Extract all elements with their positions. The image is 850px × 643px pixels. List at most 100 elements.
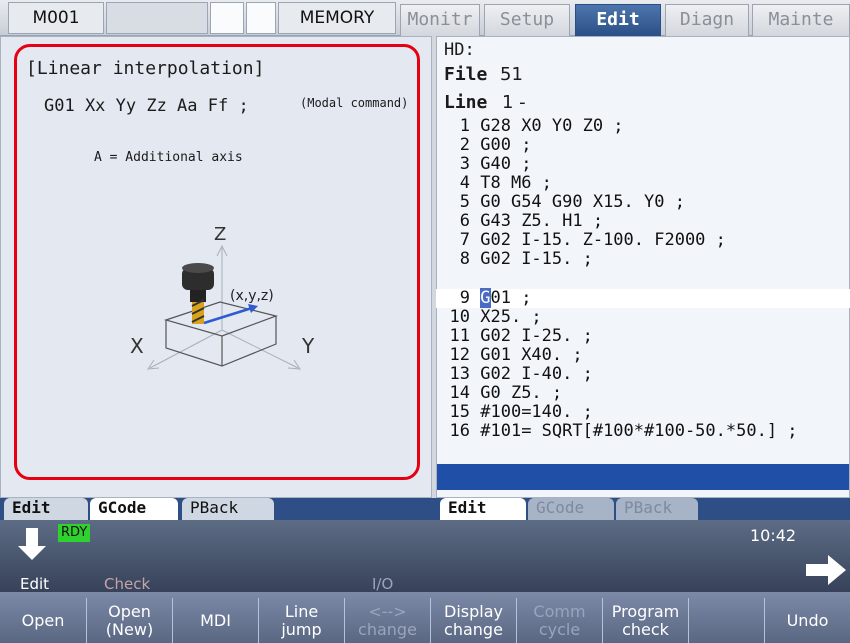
guide-format: G01 Xx Yy Zz Aa Ff ;: [44, 96, 249, 116]
line-code: #101= SQRT[#100*#100-50.*50.] ;: [480, 421, 798, 441]
line-code: 01 ;: [490, 288, 532, 308]
line-number: 1 -: [502, 92, 526, 113]
line-code: T8 M6 ;: [480, 173, 552, 193]
line-code: G0 Z5. ;: [480, 383, 563, 403]
status-cell-blank: [106, 2, 208, 34]
program-line[interactable]: 7 G02 I-15. Z-100. F2000 ;: [436, 231, 850, 250]
program-listing[interactable]: 1 G28 X0 Y0 Z0 ; 2 G00 ; 3 G40 ; 4 T8 M6…: [436, 117, 850, 461]
guide-modal-note: (Modal command): [300, 96, 409, 110]
display-change-label-1: Display: [444, 601, 503, 621]
ready-indicator: RDY: [58, 524, 91, 542]
line-jump-button[interactable]: Line jump: [258, 598, 344, 643]
program-line[interactable]: 6 G43 Z5. H1 ;: [436, 212, 850, 231]
line-number: 5: [459, 192, 470, 212]
tab-monitor[interactable]: Monitr: [400, 4, 480, 36]
back-arrow-icon[interactable]: [12, 524, 52, 564]
next-arrow-icon[interactable]: [804, 552, 848, 588]
file-number: 51: [500, 64, 523, 85]
line-number: 11: [449, 326, 470, 346]
line-number: 2: [459, 135, 470, 155]
line-number: 15: [449, 402, 470, 422]
right-tab-pback[interactable]: PBack: [616, 498, 698, 520]
menu-label-edit: Edit: [20, 575, 50, 593]
blank-function-key[interactable]: [688, 598, 764, 643]
mdi-button[interactable]: MDI: [172, 598, 258, 643]
comm-cycle-label-1: Comm: [533, 601, 586, 621]
tab-setup[interactable]: Setup: [484, 4, 570, 36]
swap-change-label-2: change: [358, 619, 417, 639]
text-cursor: G: [480, 288, 491, 308]
program-line[interactable]: 11 G02 I-25. ;: [436, 327, 850, 346]
line-number: 6: [459, 211, 470, 231]
program-line[interactable]: 4 T8 M6 ;: [436, 174, 850, 193]
left-tab-gcode[interactable]: GCode: [90, 498, 178, 520]
comm-cycle-button[interactable]: Comm cycle: [516, 598, 602, 643]
line-label: Line: [444, 92, 488, 113]
right-tab-gcode[interactable]: GCode: [528, 498, 614, 520]
menu-label-io: I/O: [372, 575, 394, 593]
line-code: G00 ;: [480, 135, 532, 155]
program-line[interactable]: 5 G0 G54 G90 X15. Y0 ;: [436, 193, 850, 212]
display-change-button[interactable]: Display change: [430, 598, 516, 643]
line-code: G40 ;: [480, 154, 532, 174]
guide-title: [Linear interpolation]: [26, 58, 265, 79]
guide-axis-note: A = Additional axis: [94, 150, 243, 165]
program-line[interactable]: 2 G00 ;: [436, 136, 850, 155]
clock: 10:42: [750, 526, 797, 545]
axis-label-y: Y: [302, 334, 315, 358]
undo-label: Undo: [786, 610, 829, 630]
line-code: #100=140. ;: [480, 402, 593, 422]
line-code: X25. ;: [480, 307, 542, 327]
comm-cycle-label-2: cycle: [538, 619, 581, 639]
open-new-label-2: (New): [105, 619, 154, 639]
device-label: HD:: [444, 40, 475, 60]
line-number: 13: [449, 364, 470, 384]
program-line[interactable]: 12 G01 X40. ;: [436, 346, 850, 365]
program-line[interactable]: 13 G02 I-40. ;: [436, 365, 850, 384]
program-line[interactable]: 8 G02 I-15. ;: [436, 250, 850, 269]
display-change-label-2: change: [444, 619, 503, 639]
status-cell-white-2: [246, 2, 276, 34]
swap-change-button[interactable]: <--> change: [344, 598, 430, 643]
line-code: G02 I-25. ;: [480, 326, 593, 346]
menu-label-check: Check: [104, 575, 151, 593]
undo-button[interactable]: Undo: [764, 598, 850, 643]
editor-input-bar[interactable]: [437, 464, 849, 490]
line-number: 14: [449, 383, 470, 403]
line-number: 7: [459, 230, 470, 250]
tab-diagnosis[interactable]: Diagn: [665, 4, 749, 36]
open-new-button[interactable]: Open (New): [86, 598, 172, 643]
line-number: 12: [449, 345, 470, 365]
program-line[interactable]: 15 #100=140. ;: [436, 403, 850, 422]
line-code: G02 I-40. ;: [480, 364, 593, 384]
program-check-label-1: Program: [611, 601, 680, 621]
program-check-button[interactable]: Program check: [602, 598, 688, 643]
open-label: Open: [21, 610, 65, 630]
open-button[interactable]: Open: [0, 598, 86, 643]
program-line[interactable]: 1 G28 X0 Y0 Z0 ;: [436, 117, 850, 136]
line-code: G02 I-15. Z-100. F2000 ;: [480, 230, 726, 250]
program-line[interactable]: 10 X25. ;: [436, 308, 850, 327]
line-code: G28 X0 Y0 Z0 ;: [480, 116, 624, 136]
line-code: G02 I-15. ;: [480, 249, 593, 269]
line-number: 10: [449, 307, 470, 327]
line-code: G43 Z5. H1 ;: [480, 211, 604, 231]
left-tab-pback[interactable]: PBack: [182, 498, 274, 520]
line-number: 3: [459, 154, 470, 174]
line-code: G01 X40. ;: [480, 345, 583, 365]
point-label: (x,y,z): [230, 288, 274, 304]
line-number: 16: [449, 421, 470, 441]
tab-maintenance[interactable]: Mainte: [752, 4, 850, 36]
program-line-current[interactable]: 9 G01 ;: [436, 288, 850, 308]
program-line[interactable]: 3 G40 ;: [436, 155, 850, 174]
right-tab-edit[interactable]: Edit: [440, 498, 526, 520]
left-tab-edit[interactable]: Edit: [4, 498, 88, 520]
swap-change-label-1: <-->: [368, 601, 407, 621]
alarm-code: M001: [8, 2, 104, 34]
program-line[interactable]: 14 G0 Z5. ;: [436, 384, 850, 403]
program-line[interactable]: 16 #101= SQRT[#100*#100-50.*50.] ;: [436, 422, 850, 441]
tab-edit[interactable]: Edit: [575, 4, 661, 36]
line-number: 9: [459, 288, 470, 308]
line-number: 8: [459, 249, 470, 269]
mdi-label: MDI: [200, 610, 231, 630]
